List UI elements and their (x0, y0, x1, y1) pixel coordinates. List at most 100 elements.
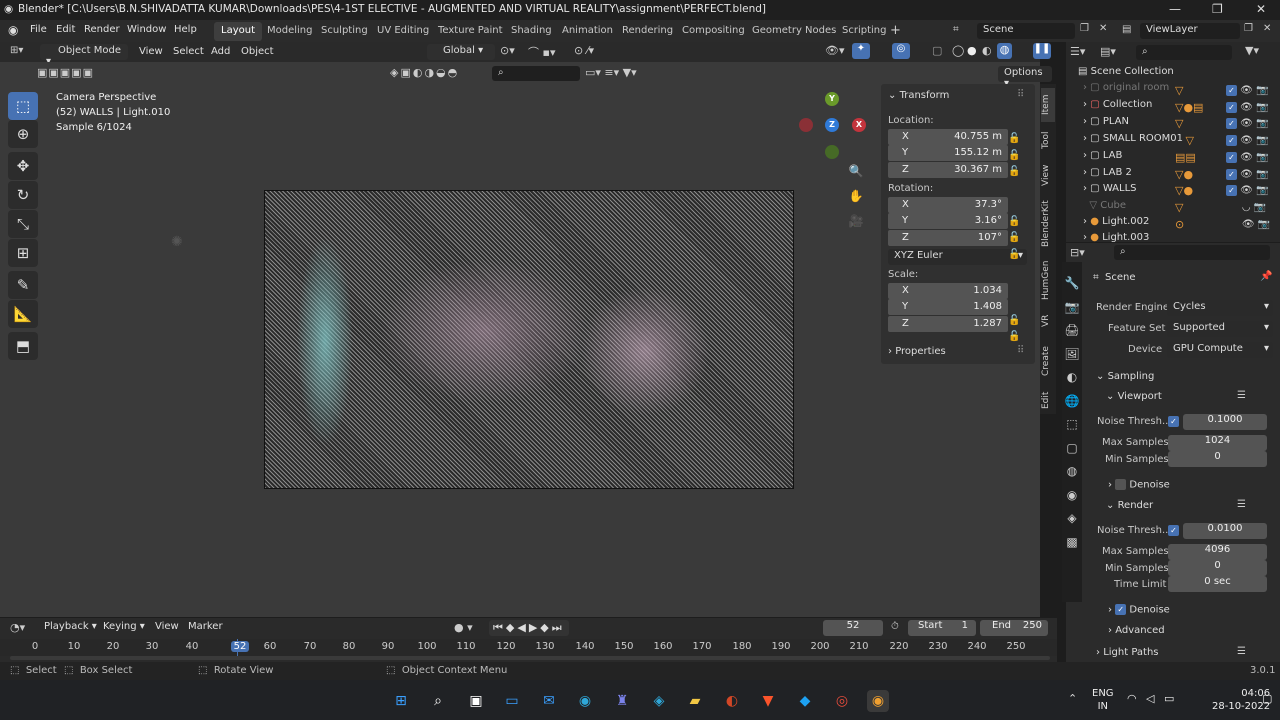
properties-search-input[interactable]: ⌕ (1114, 245, 1270, 260)
close-icon[interactable]: ✕ (1256, 2, 1266, 16)
preset-list-icon[interactable]: ☰ (1237, 390, 1246, 401)
select-tool-icon[interactable]: ⬚ (8, 92, 38, 120)
exclude-checkbox[interactable]: ✓ (1226, 118, 1237, 130)
scale-x-field[interactable]: X 1.034 (888, 283, 1008, 299)
chrome-icon[interactable]: ◎ (831, 690, 853, 712)
gizmo-neg-x[interactable] (799, 118, 813, 132)
preset-list-icon[interactable]: ☰ (1237, 646, 1246, 657)
vp-min-field[interactable]: 0 (1168, 451, 1267, 467)
view-layer-copy-icon[interactable]: ❐ (1244, 23, 1253, 34)
scale-y-field[interactable]: Y 1.408 (888, 299, 1008, 315)
material-shading-icon[interactable]: ◐ (982, 44, 992, 57)
vp-denoise-subheader[interactable]: › Denoise (1108, 479, 1170, 491)
menu-file[interactable]: File (30, 24, 47, 35)
location-y-field[interactable]: Y 155.12 m (888, 145, 1008, 161)
outliner-filter-icon[interactable]: ▼▾ (1245, 44, 1259, 57)
current-frame-field[interactable]: 52 (823, 620, 883, 636)
render-subheader[interactable]: ⌄ Render (1106, 500, 1153, 511)
proportional-edit-icon[interactable]: ⊙ ⁄▾ (574, 44, 594, 57)
vp-noise-field[interactable]: 0.1000 (1183, 414, 1267, 430)
lock-icons[interactable]: 🔓🔓🔓🔓🔓🔓🔓🔓🔓 (1008, 131, 1020, 362)
r-denoise-checkbox[interactable]: ✓ (1115, 604, 1127, 615)
teams-icon[interactable]: ♜ (611, 690, 633, 712)
preview-range-icon[interactable]: ⏱ (891, 621, 899, 632)
device-dropdown[interactable]: GPU Compute ▾ (1167, 342, 1273, 358)
tab-compositing[interactable]: Compositing (675, 22, 752, 41)
twitter-icon[interactable]: ◆ (794, 690, 816, 712)
menu-render[interactable]: Render (84, 24, 120, 35)
search-icon[interactable]: ⌕ (427, 690, 449, 712)
playback-controls[interactable]: ⏮◆◀▶◆⏭ (489, 620, 569, 636)
gizmo-y[interactable]: Y (825, 92, 839, 106)
editor-type-icon[interactable]: ⊞▾ (10, 45, 23, 56)
tab-sculpting[interactable]: Sculpting (314, 22, 375, 41)
vp-denoise-checkbox[interactable] (1115, 479, 1127, 490)
rotation-x-field[interactable]: X 37.3° (888, 197, 1008, 213)
xray-icon[interactable]: ▢ (932, 44, 942, 57)
tab-blenderkit[interactable]: BlenderKit (1041, 198, 1055, 250)
exclude-checkbox[interactable]: ✓ (1226, 135, 1237, 147)
pause-render-icon[interactable]: ❚❚ (1033, 43, 1051, 59)
menu-window[interactable]: Window (127, 24, 166, 35)
gizmo-toggle-icon[interactable]: ✦ (852, 43, 870, 59)
exclude-checkbox[interactable]: ✓ (1226, 168, 1237, 180)
tab-create[interactable]: Create (1041, 340, 1055, 382)
cursor-tool-icon[interactable]: ⊕ (8, 120, 38, 148)
desktop-icon[interactable]: ▭ (501, 690, 523, 712)
tab-shading[interactable]: Shading (504, 22, 559, 41)
visibility-column-icons[interactable]: ✓ 👁 📷 ✓ 👁 📷 ✓ 👁 📷 ✓ 👁 📷 ✓ 👁 📷 ✓ 👁 📷 ✓ 👁 … (1226, 83, 1270, 233)
zoom-icon[interactable]: 🔍 (846, 161, 866, 181)
tab-layout[interactable]: Layout (214, 22, 262, 41)
visibility-icon[interactable]: 👁▾ (825, 44, 845, 57)
r-max-field[interactable]: 4096 (1168, 544, 1267, 560)
r-noise-field[interactable]: 0.0100 (1183, 523, 1267, 539)
exclude-checkbox[interactable]: ✓ (1226, 185, 1237, 197)
wifi-icon[interactable]: ◠ (1127, 692, 1137, 705)
tab-texture-paint[interactable]: Texture Paint (431, 22, 510, 41)
add-cube-tool-icon[interactable]: ⬒ (8, 332, 38, 360)
maximize-icon[interactable]: ❐ (1212, 2, 1223, 16)
blender-menu-icon[interactable]: ◉ (8, 23, 18, 37)
add-workspace-icon[interactable]: + (890, 23, 901, 38)
exclude-checkbox[interactable]: ✓ (1226, 85, 1237, 96)
scene-field[interactable]: Scene (977, 23, 1075, 39)
tab-modeling[interactable]: Modeling (260, 22, 320, 41)
current-frame-marker[interactable]: 52 (231, 641, 249, 652)
camera-view-icon[interactable]: 🎥 (846, 211, 866, 231)
notification-icon[interactable]: ▢ (1262, 692, 1272, 705)
tab-geometry-nodes[interactable]: Geometry Nodes (745, 22, 843, 41)
tab-view[interactable]: View (1041, 160, 1055, 190)
scene-collection-row[interactable]: ▤ Scene Collection (1078, 66, 1174, 77)
r-min-field[interactable]: 0 (1168, 560, 1267, 576)
tab-rendering[interactable]: Rendering (615, 22, 680, 41)
vp-max-field[interactable]: 1024 (1168, 435, 1267, 451)
orientation-dropdown[interactable]: Global ▾ (427, 44, 495, 60)
filter-icons[interactable]: ▭▾ ≡▾ ▼▾ (585, 66, 637, 79)
rotation-mode-dropdown[interactable]: XYZ Euler ▾ (888, 249, 1027, 265)
store-icon[interactable]: ◈ (648, 690, 670, 712)
sampling-header[interactable]: ⌄ Sampling (1096, 371, 1154, 382)
move-tool-icon[interactable]: ✥ (8, 152, 38, 180)
menu-edit[interactable]: Edit (56, 24, 75, 35)
timeline-scrollbar[interactable] (10, 656, 1050, 660)
record-icon[interactable]: ● ▾ (454, 621, 473, 634)
gizmo-neg-y[interactable] (825, 145, 839, 159)
end-frame-field[interactable]: End 250 (980, 620, 1048, 636)
viewport-subheader[interactable]: ⌄ Viewport (1106, 391, 1162, 402)
mode-dropdown[interactable]: Object Mode ▾ (40, 44, 128, 67)
scene-copy-icon[interactable]: ❐ (1080, 23, 1089, 34)
tab-tool[interactable]: Tool (1041, 126, 1055, 154)
powerpoint-icon[interactable]: ◐ (721, 690, 743, 712)
snap-icon[interactable]: ⌒ ▪▾ (528, 44, 555, 60)
vp-noise-checkbox[interactable]: ✓ (1168, 416, 1179, 427)
preset-list-icon[interactable]: ☰ (1237, 499, 1246, 510)
task-view-icon[interactable]: ▣ (465, 690, 487, 712)
menu-object[interactable]: Object (241, 46, 274, 57)
transform-tool-icon[interactable]: ⊞ (8, 239, 38, 267)
selection-mode-icons[interactable]: ▣▣▣▣▣ (37, 66, 94, 79)
solid-shading-icon[interactable]: ● (967, 44, 977, 57)
rendered-shading-icon[interactable]: ◍ (997, 43, 1012, 59)
tab-item[interactable]: Item (1041, 88, 1055, 122)
exclude-checkbox[interactable]: ✓ (1226, 101, 1237, 113)
tab-vr[interactable]: VR (1041, 310, 1055, 332)
